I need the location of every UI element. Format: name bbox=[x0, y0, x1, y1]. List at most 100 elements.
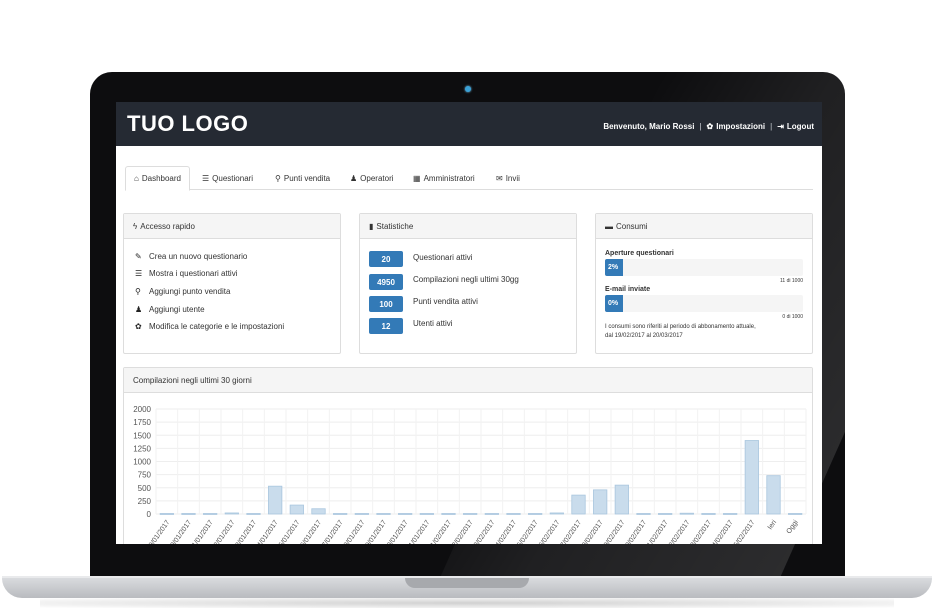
stat-badge: 4950 bbox=[369, 274, 403, 290]
chart-bar[interactable] bbox=[268, 485, 283, 515]
logout-icon: ⇥ bbox=[777, 122, 784, 131]
quick-link-settings[interactable]: ✿ Modifica le categorie e le impostazioni bbox=[135, 322, 284, 331]
map-marker-icon: ⚲ bbox=[135, 287, 141, 296]
chart-bar[interactable] bbox=[614, 484, 629, 515]
x-tick-label: 29/01/2017 bbox=[362, 519, 388, 544]
x-tick-label: 03/02/2017 bbox=[471, 519, 497, 544]
x-tick-label: 28/01/2017 bbox=[341, 519, 367, 544]
y-tick-label: 250 bbox=[138, 497, 152, 506]
panel-heading: ▮ Statistiche bbox=[360, 214, 576, 239]
chart-bar[interactable] bbox=[636, 513, 651, 515]
x-tick-label: 10/02/2017 bbox=[622, 519, 648, 544]
x-tick-label: 23/01/2017 bbox=[232, 519, 258, 544]
tab-questionari[interactable]: ☰ Questionari bbox=[194, 166, 261, 190]
chart-bar[interactable] bbox=[679, 512, 694, 515]
map-marker-icon: ⚲ bbox=[275, 173, 281, 183]
gear-icon: ✿ bbox=[135, 322, 142, 331]
y-tick-label: 500 bbox=[138, 484, 152, 493]
chart-bar[interactable] bbox=[441, 513, 456, 515]
chart-bar[interactable] bbox=[701, 513, 716, 515]
chart-bar[interactable] bbox=[246, 513, 261, 515]
chart-bar[interactable] bbox=[593, 489, 608, 515]
top-navbar: TUO LOGO Benvenuto, Mario Rossi | ✿ Impos… bbox=[116, 102, 822, 146]
welcome-text: Benvenuto, Mario Rossi bbox=[603, 122, 695, 131]
logout-label: Logout bbox=[786, 122, 814, 131]
tab-label: Invii bbox=[505, 173, 520, 183]
y-tick-label: 0 bbox=[147, 510, 152, 519]
quick-link-active-surveys[interactable]: ☰ Mostra i questionari attivi bbox=[135, 269, 237, 278]
x-tick-label: 02/02/2017 bbox=[449, 519, 475, 544]
chart-panel: Compilazioni negli ultimi 30 giorni 0 250… bbox=[123, 367, 813, 544]
quick-link-label: Aggiungi punto vendita bbox=[149, 287, 231, 296]
tab-operatori[interactable]: ♟ Operatori bbox=[342, 166, 402, 190]
user-icon: ♟ bbox=[135, 305, 143, 314]
y-tick-label: 1000 bbox=[133, 458, 151, 467]
chart-bar[interactable] bbox=[658, 513, 673, 515]
chart-bar[interactable] bbox=[289, 504, 304, 515]
chart-bar[interactable] bbox=[181, 513, 196, 515]
x-tick-label: 25/01/2017 bbox=[276, 519, 302, 544]
panel-title: Consumi bbox=[616, 221, 648, 231]
chart-bar[interactable] bbox=[484, 513, 499, 515]
quick-link-new-survey[interactable]: ✎ Crea un nuovo questionario bbox=[135, 252, 247, 261]
user-nav: Benvenuto, Mario Rossi | ✿ Impostazioni |… bbox=[603, 122, 814, 131]
laptop-notch bbox=[405, 578, 529, 588]
chart-title: Compilazioni negli ultimi 30 giorni bbox=[124, 368, 812, 393]
chart-bar[interactable] bbox=[528, 513, 543, 515]
quick-access-panel: ϟ Accesso rapido ✎ Crea un nuovo questiona… bbox=[123, 213, 341, 354]
note-line: I consumi sono riferiti al periodo di ab… bbox=[605, 324, 756, 330]
chart-bar[interactable] bbox=[333, 513, 348, 515]
y-tick-label: 1500 bbox=[133, 431, 151, 440]
tab-punti-vendita[interactable]: ⚲ Punti vendita bbox=[267, 166, 338, 190]
settings-label: Impostazioni bbox=[716, 122, 766, 131]
x-tick-label: 30/01/2017 bbox=[384, 519, 410, 544]
logout-link[interactable]: ⇥ Logout bbox=[777, 122, 814, 131]
stat-label: Punti vendita attivi bbox=[413, 297, 478, 306]
nav-separator: | bbox=[699, 122, 702, 131]
chart-bar[interactable] bbox=[744, 440, 759, 515]
chart-bar[interactable] bbox=[571, 494, 586, 515]
chart-bar[interactable] bbox=[419, 513, 434, 515]
chart-bar[interactable] bbox=[376, 513, 391, 515]
x-tick-label: 20/01/2017 bbox=[167, 519, 193, 544]
list-icon: ☰ bbox=[135, 269, 143, 278]
chart-bar[interactable] bbox=[203, 513, 218, 515]
app-logo[interactable]: TUO LOGO bbox=[127, 111, 248, 137]
x-tick-label: 26/01/2017 bbox=[297, 519, 323, 544]
compilations-bar-chart: 0 250 500 750 1000 1250 1500 1750 2000 19/01/2017… bbox=[133, 405, 807, 544]
y-tick-label: 1750 bbox=[133, 418, 151, 427]
tab-label: Punti vendita bbox=[283, 173, 331, 183]
chart-bar[interactable] bbox=[354, 513, 369, 515]
x-tick-label: Ieri bbox=[767, 519, 779, 531]
stat-badge: 100 bbox=[369, 296, 403, 312]
chart-bar[interactable] bbox=[549, 512, 564, 515]
chart-bar[interactable] bbox=[398, 513, 413, 515]
tab-amministratori[interactable]: ▦ Amministratori bbox=[405, 166, 483, 190]
tab-invii[interactable]: ✉ Invii bbox=[488, 166, 528, 190]
bolt-icon: ϟ bbox=[133, 221, 138, 231]
chart-bar[interactable] bbox=[723, 513, 738, 515]
settings-link[interactable]: ✿ Impostazioni bbox=[707, 122, 766, 131]
chart-bar[interactable] bbox=[311, 508, 326, 515]
grid-icon: ▦ bbox=[413, 173, 421, 183]
x-tick-label: 08/02/2017 bbox=[579, 519, 605, 544]
laptop-shadow bbox=[40, 598, 894, 608]
x-tick-label: 04/02/2017 bbox=[492, 519, 518, 544]
tab-dashboard[interactable]: ⌂ Dashboard bbox=[125, 166, 190, 191]
quick-link-add-user[interactable]: ♟ Aggiungi utente bbox=[135, 305, 205, 314]
chart-bar[interactable] bbox=[224, 512, 239, 515]
stat-badge: 12 bbox=[369, 318, 403, 334]
openings-progress: 2% bbox=[605, 259, 803, 276]
chart-bar[interactable] bbox=[463, 513, 478, 515]
x-tick-label: 15/02/2017 bbox=[731, 519, 757, 544]
consumption-panel: ▬ Consumi Aperture questionari 2% 11 di 1… bbox=[595, 213, 813, 354]
x-tick-label: 14/02/2017 bbox=[709, 519, 735, 544]
stat-badge: 20 bbox=[369, 251, 403, 267]
chart-bar[interactable] bbox=[788, 513, 803, 515]
chart-bar[interactable] bbox=[159, 513, 174, 515]
quick-link-add-store[interactable]: ⚲ Aggiungi punto vendita bbox=[135, 287, 230, 296]
chart-bar[interactable] bbox=[506, 513, 521, 515]
panel-heading: ϟ Accesso rapido bbox=[124, 214, 340, 239]
chart-bar[interactable] bbox=[766, 475, 781, 515]
consumption-note: I consumi sono riferiti al periodo di ab… bbox=[605, 323, 805, 341]
